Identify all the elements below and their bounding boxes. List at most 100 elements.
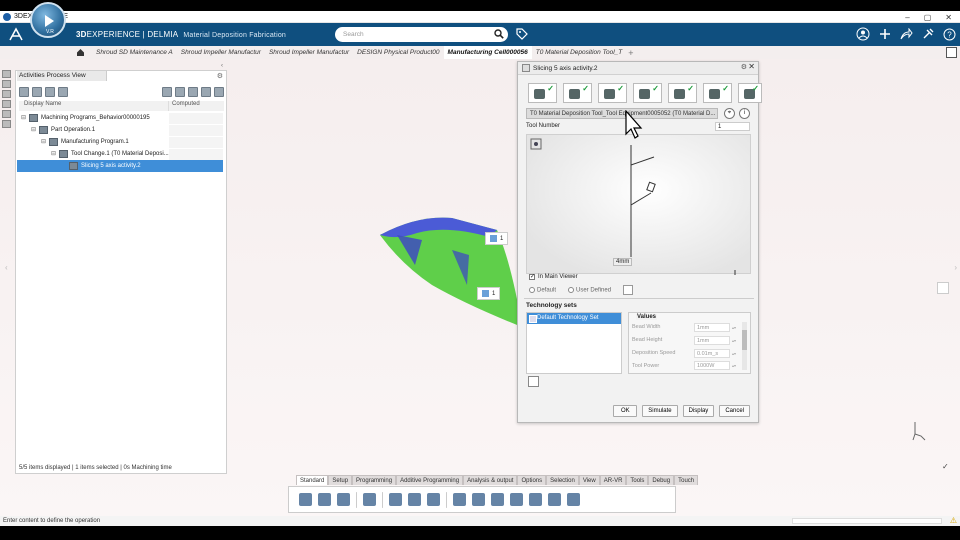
pick-direction-icon[interactable]: [623, 285, 634, 295]
expand-icon[interactable]: [946, 47, 957, 58]
value-field[interactable]: 1000W: [694, 361, 730, 370]
axis-tab-icon[interactable]: ✓: [668, 83, 697, 103]
command-input[interactable]: [792, 518, 942, 524]
operation-icon[interactable]: [58, 87, 68, 97]
value-field[interactable]: 1mm: [694, 322, 730, 332]
action-tab[interactable]: Setup: [328, 475, 353, 485]
action-tab[interactable]: Selection: [546, 475, 579, 485]
book-icon[interactable]: [408, 493, 421, 506]
scroll-thumb[interactable]: [742, 330, 747, 350]
expand-toggle-icon[interactable]: ⊟: [51, 148, 57, 160]
undo-icon[interactable]: [363, 493, 376, 506]
panel-gear-icon[interactable]: ⚙: [217, 72, 223, 80]
paste-icon[interactable]: [337, 493, 350, 506]
share-icon[interactable]: [900, 28, 913, 40]
zoom-icon[interactable]: [389, 493, 402, 506]
col-display-name[interactable]: Display Name: [19, 101, 169, 111]
spinner-icon[interactable]: ▴▾: [732, 351, 738, 356]
right-panel-icon[interactable]: [937, 282, 949, 294]
maximize-icon[interactable]: ▢: [924, 13, 932, 22]
compass-widget[interactable]: V.R: [30, 2, 66, 38]
dialog-close-icon[interactable]: ✕: [748, 62, 755, 71]
search-input[interactable]: Search: [335, 27, 508, 42]
expand-toggle-icon[interactable]: ⊟: [21, 112, 27, 124]
tool-selection-field[interactable]: T0 Material Deposition Tool_Tool Equipme…: [526, 108, 718, 119]
cancel-button[interactable]: Cancel: [719, 405, 750, 417]
program-icon[interactable]: [32, 87, 42, 97]
tree-item[interactable]: ⊟ Manufacturing Program.1: [17, 136, 225, 148]
home-icon[interactable]: [76, 48, 85, 57]
notes-tab-icon[interactable]: ✓: [738, 83, 762, 103]
tab-shroud-sd-maintenance[interactable]: Shroud SD Maintenance A: [92, 49, 177, 56]
insert-icon[interactable]: [19, 87, 29, 97]
action-tab[interactable]: Touch: [674, 475, 699, 485]
tab-design-physical-product[interactable]: DESIGN Physical Product00: [353, 49, 443, 56]
feeds-tab-icon[interactable]: ✓: [703, 83, 732, 103]
process-view-icon[interactable]: [2, 90, 11, 98]
values-scrollbar[interactable]: [742, 322, 747, 370]
tree-item[interactable]: ⊟ Machining Programs_Behavior00000195: [17, 112, 225, 124]
select-tool-icon[interactable]: ⌖: [724, 108, 735, 119]
layer-icon[interactable]: [510, 493, 523, 506]
tree-item[interactable]: ⊟ Part Operation.1: [17, 124, 225, 136]
in-main-viewer-checkbox[interactable]: ✓ In Main Viewer: [529, 274, 578, 280]
tool-number-input[interactable]: 1: [715, 122, 750, 131]
dialog-titlebar[interactable]: Slicing 5 axis activity.2 ⚙ ✕: [518, 62, 758, 75]
tools-icon[interactable]: [922, 28, 934, 40]
resource-view-icon[interactable]: [2, 100, 11, 108]
action-tab[interactable]: Debug: [648, 475, 675, 485]
cut-icon[interactable]: [299, 493, 312, 506]
close-icon[interactable]: ✕: [945, 13, 952, 22]
geometry-tab-icon[interactable]: ✓: [563, 83, 592, 103]
slicing-icon[interactable]: [453, 493, 466, 506]
toolpath-icon[interactable]: [548, 493, 561, 506]
spinner-icon[interactable]: ▴▾: [732, 363, 738, 368]
action-tab[interactable]: View: [578, 475, 600, 485]
action-tab[interactable]: Analysis & output: [463, 475, 518, 485]
strategy-tab-icon[interactable]: ✓: [598, 83, 627, 103]
tab-shroud-impeller-1[interactable]: Shroud Impeller Manufactur: [177, 49, 265, 56]
warning-icon[interactable]: ⚠: [950, 516, 957, 526]
info-icon[interactable]: i: [739, 108, 750, 119]
collapse-right-icon[interactable]: ›: [954, 263, 957, 272]
path-icon[interactable]: [491, 493, 504, 506]
value-field[interactable]: 0.01m_s: [694, 348, 730, 358]
action-tab[interactable]: Options: [517, 475, 547, 485]
radio-default[interactable]: Default: [529, 286, 556, 293]
technology-set-item[interactable]: Default Technology Set: [527, 313, 621, 324]
col-computed[interactable]: Computed: [169, 101, 224, 111]
settings-view-icon[interactable]: [2, 110, 11, 118]
ok-button[interactable]: OK: [613, 405, 638, 417]
tree-view-icon[interactable]: [2, 80, 11, 88]
columns-icon[interactable]: [188, 87, 198, 97]
tab-material-deposition-tool[interactable]: T0 Material Deposition Tool_T: [532, 49, 626, 56]
spinner-icon[interactable]: ▴▾: [732, 338, 738, 343]
action-tab[interactable]: Programming: [352, 475, 397, 485]
document-view-icon[interactable]: [2, 120, 11, 128]
contour-icon[interactable]: [529, 493, 542, 506]
find-icon[interactable]: [162, 87, 172, 97]
help-icon[interactable]: ?: [943, 28, 956, 41]
layout-icon[interactable]: [214, 87, 224, 97]
tool-preview[interactable]: 4mm: [526, 134, 751, 275]
copy-icon[interactable]: [45, 87, 55, 97]
simulate-button[interactable]: Simulate: [642, 405, 678, 417]
new-tab-button[interactable]: +: [628, 48, 633, 58]
robot-icon[interactable]: [912, 420, 930, 442]
dialog-gear-icon[interactable]: ⚙: [741, 63, 747, 71]
tool-tag-2[interactable]: 1: [477, 287, 501, 300]
validate-icon[interactable]: ✓: [942, 462, 949, 471]
tree-item[interactable]: ⊟ Tool Change.1 (T0 Material Deposi...: [17, 148, 225, 160]
measure-icon[interactable]: [427, 493, 440, 506]
network-icon[interactable]: [567, 493, 580, 506]
tag-icon[interactable]: [516, 28, 528, 40]
tab-shroud-impeller-2[interactable]: Shroud Impeller Manufactur: [265, 49, 353, 56]
display-button[interactable]: Display: [682, 405, 715, 417]
tool-tab-icon[interactable]: ✓: [528, 83, 557, 103]
panel-tab-activities[interactable]: Activities Process View: [17, 71, 107, 81]
tree-item[interactable]: Slicing 5 axis activity.2: [17, 160, 223, 172]
action-tab[interactable]: Additive Programming: [396, 475, 464, 485]
deposition-icon[interactable]: [472, 493, 485, 506]
search-icon[interactable]: [494, 29, 504, 39]
filter-icon[interactable]: [175, 87, 185, 97]
